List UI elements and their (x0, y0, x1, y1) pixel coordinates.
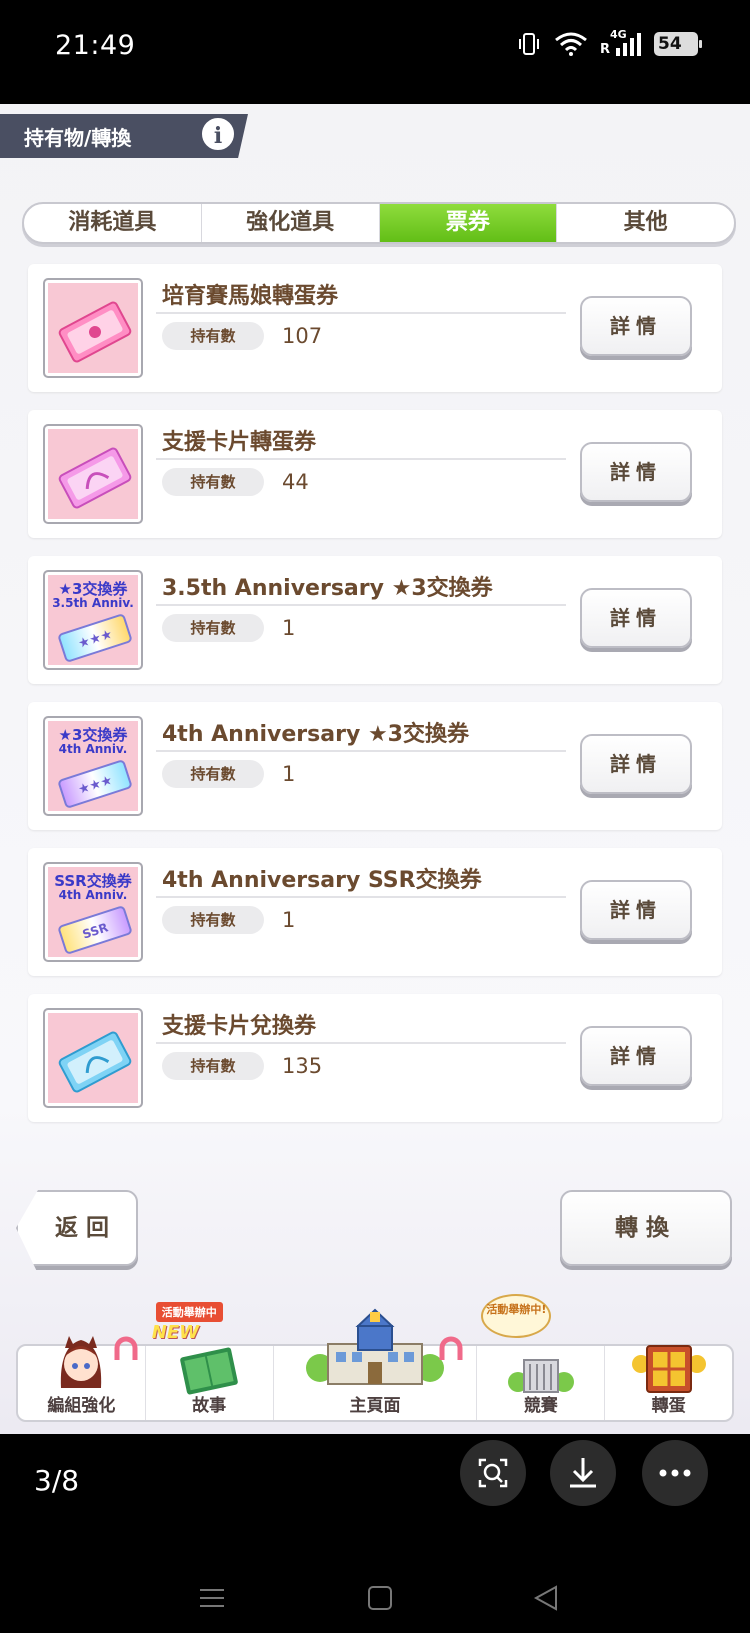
nav-story-label: 故事 (192, 1396, 227, 1416)
ticket-list: 培育賽馬娘轉蛋券 持有數 107 詳情 支援卡片轉蛋券 持有數 44 詳情 ★★… (28, 264, 722, 1140)
divider (156, 896, 566, 898)
team-character-icon (61, 1336, 102, 1388)
horseshoe-icon (114, 1336, 138, 1360)
detail-button[interactable]: 詳情 (580, 880, 692, 940)
system-nav-bar (0, 1584, 750, 1624)
lens-search-icon (478, 1458, 508, 1488)
item-name: 支援卡片兌換券 (162, 1014, 317, 1039)
divider (156, 1042, 566, 1044)
menu-icon[interactable] (198, 1584, 226, 1612)
own-count-value: 107 (282, 324, 323, 348)
tab-other[interactable]: 其他 (557, 204, 734, 242)
detail-button[interactable]: 詳情 (580, 734, 692, 794)
item-name: 4th Anniversary ★3交換券 (162, 722, 469, 747)
own-count-label: 持有數 (162, 322, 264, 350)
own-count-label: 持有數 (162, 906, 264, 934)
status-icons: R 4G 54 (516, 28, 702, 58)
game-screen: 持有物/轉換 i 消耗道具 強化道具 票券 其他 培育賽馬娘轉蛋券 持有數 10… (0, 104, 750, 1434)
detail-button[interactable]: 詳情 (580, 442, 692, 502)
nav-story[interactable]: 活動舉辦中 NEW 故事 (146, 1302, 274, 1420)
own-count-value: 1 (282, 908, 296, 932)
item-name: 培育賽馬娘轉蛋券 (162, 284, 339, 309)
divider (156, 312, 566, 314)
more-icon (659, 1469, 691, 1477)
rainbow-ticket-icon: ★★★ ★3交換券 4th Anniv. (43, 716, 143, 816)
nav-home-label: 主頁面 (349, 1396, 401, 1416)
own-count-value: 44 (282, 470, 309, 494)
list-item: ★★★ ★3交換券 4th Anniv. 4th Anniversary ★3交… (28, 702, 722, 830)
home-square-icon[interactable] (366, 1584, 394, 1612)
thumb-subtitle: 3.5th Anniv. (52, 596, 134, 610)
event-bubble: 活動舉辦中! (481, 1294, 552, 1338)
list-item: 支援卡片兌換券 持有數 135 詳情 (28, 994, 722, 1122)
nav-gacha[interactable]: 轉蛋 (605, 1345, 732, 1420)
page-title: 持有物/轉換 (24, 126, 132, 150)
category-tabs: 消耗道具 強化道具 票券 其他 (22, 202, 736, 244)
detail-button[interactable]: 詳情 (580, 296, 692, 356)
tab-enhancement[interactable]: 強化道具 (202, 204, 380, 242)
download-icon (570, 1458, 596, 1488)
battery-indicator: 54 (654, 32, 702, 56)
detail-button[interactable]: 詳情 (580, 1026, 692, 1086)
nav-gacha-label: 轉蛋 (651, 1396, 686, 1416)
download-button[interactable] (550, 1440, 616, 1506)
nav-home[interactable]: 主頁面 (274, 1308, 478, 1420)
own-count-label: 持有數 (162, 1052, 264, 1080)
back-button[interactable]: 返回 (16, 1190, 138, 1266)
own-count-label: 持有數 (162, 614, 264, 642)
convert-button[interactable]: 轉換 (560, 1190, 732, 1266)
school-building-icon (305, 1308, 444, 1385)
divider (156, 750, 566, 752)
thumb-subtitle: 4th Anniv. (58, 742, 128, 756)
nav-team[interactable]: 編組強化 (18, 1336, 146, 1420)
wifi-icon (555, 32, 587, 56)
nav-team-label: 編組強化 (47, 1396, 116, 1416)
own-count-value: 1 (282, 762, 296, 786)
pink-ticket-icon (43, 278, 143, 378)
rainbow-ticket-icon: ★★★ ★3交換券 3.5th Anniv. (43, 570, 143, 670)
bottom-nav: 編組強化 活動舉辦中 NEW 故事 主頁面 活動舉辦中! 競賽 轉蛋 (16, 1294, 734, 1422)
magenta-ticket-icon (43, 424, 143, 524)
detail-button[interactable]: 詳情 (580, 588, 692, 648)
own-count-label: 持有數 (162, 760, 264, 788)
status-time: 21:49 (55, 30, 136, 61)
list-item: ★★★ ★3交換券 3.5th Anniv. 3.5th Anniversary… (28, 556, 722, 684)
rainbow-ticket-icon: SSR SSR交換券 4th Anniv. (43, 862, 143, 962)
item-name: 3.5th Anniversary ★3交換券 (162, 576, 493, 601)
item-name: 4th Anniversary SSR交換券 (162, 868, 482, 893)
page-counter: 3/8 (34, 1464, 80, 1497)
vibrate-icon (519, 33, 539, 55)
info-icon[interactable]: i (200, 116, 236, 152)
list-item: 培育賽馬娘轉蛋券 持有數 107 詳情 (28, 264, 722, 392)
lens-search-button[interactable] (460, 1440, 526, 1506)
tab-tickets[interactable]: 票券 (379, 204, 558, 242)
event-badge: 活動舉辦中 (155, 1302, 223, 1322)
race-gate-icon (507, 1359, 574, 1393)
book-icon (180, 1347, 238, 1395)
blue-ticket-icon (43, 1008, 143, 1108)
list-item: SSR SSR交換券 4th Anniv. 4th Anniversary SS… (28, 848, 722, 976)
divider (156, 604, 566, 606)
own-count-value: 135 (282, 1054, 323, 1078)
horseshoe-icon (439, 1336, 463, 1360)
list-item: 支援卡片轉蛋券 持有數 44 詳情 (28, 410, 722, 538)
own-count-value: 1 (282, 616, 296, 640)
own-count-label: 持有數 (162, 468, 264, 496)
thumb-subtitle: 4th Anniv. (58, 888, 128, 902)
back-triangle-icon[interactable] (532, 1584, 560, 1612)
status-bar: 21:49 R 4G 54 (0, 0, 750, 104)
cell-signal-icon: R 4G (600, 28, 642, 58)
divider (156, 458, 566, 460)
tab-consumables[interactable]: 消耗道具 (24, 204, 202, 242)
item-name: 支援卡片轉蛋券 (162, 430, 317, 455)
more-button[interactable] (642, 1440, 708, 1506)
nav-race-label: 競賽 (523, 1396, 558, 1416)
new-badge: NEW (151, 1322, 199, 1343)
nav-race[interactable]: 活動舉辦中! 競賽 (477, 1294, 606, 1420)
gacha-gate-icon (631, 1345, 706, 1393)
image-viewer-bar: 3/8 (0, 1434, 750, 1633)
